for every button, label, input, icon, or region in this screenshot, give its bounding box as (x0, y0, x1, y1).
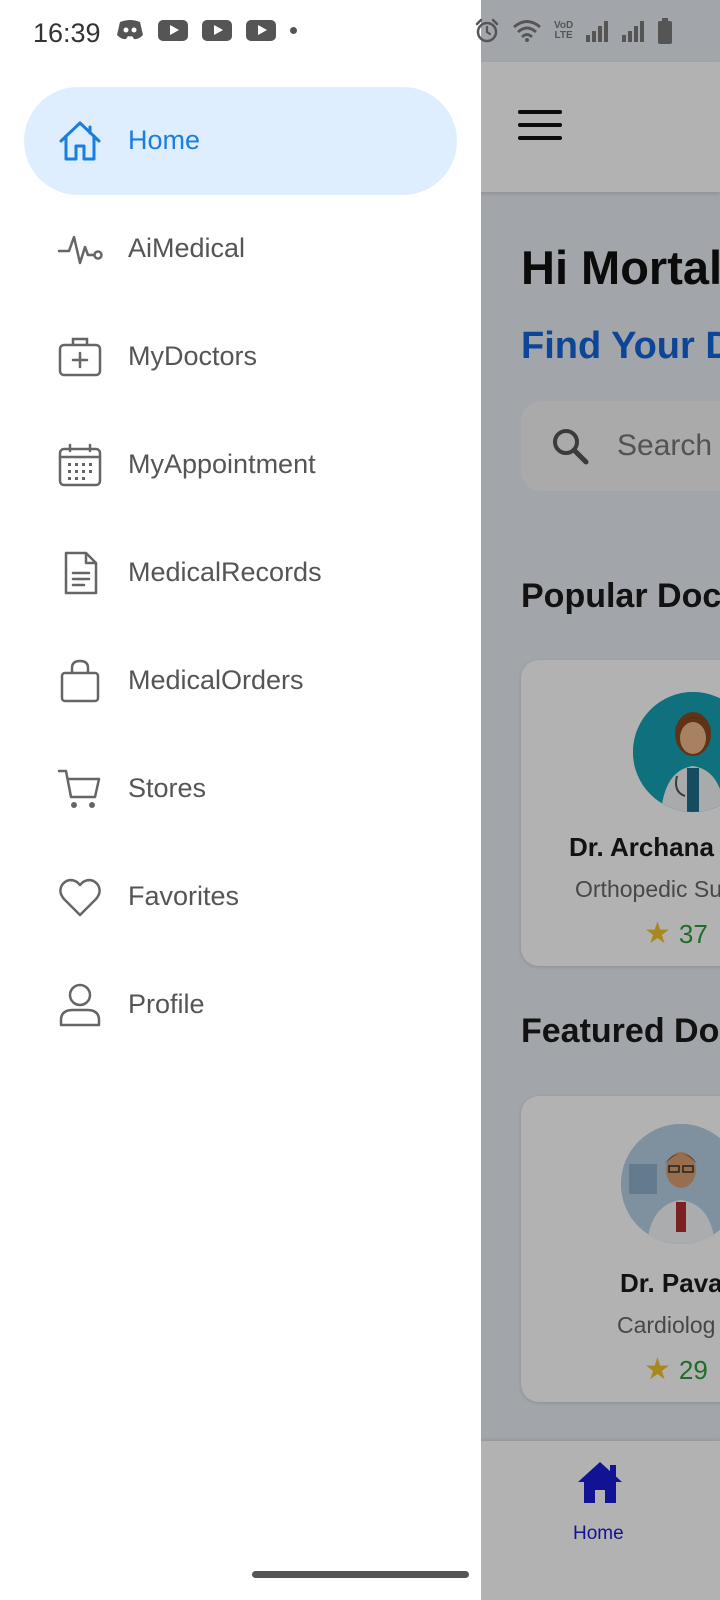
signal-icon (622, 21, 645, 42)
drawer-item-myappointment[interactable]: MyAppointment (0, 411, 481, 519)
drawer-item-label: Home (128, 125, 201, 155)
drawer-item-label: MedicalOrders (128, 665, 304, 695)
home-icon (59, 121, 101, 161)
drawer-item-favorites[interactable]: Favorites (0, 843, 481, 951)
drawer-item-label: MyDoctors (128, 341, 258, 371)
drawer-item-label: MedicalRecords (128, 557, 322, 587)
shopping-bag-icon (60, 659, 100, 703)
system-icons: VoD LTE (474, 18, 673, 44)
more-notifications-dot (290, 26, 297, 34)
drawer-menu: Home AiMedical MyDoctors MyAppointment M… (0, 87, 481, 1059)
drawer-item-aimedical[interactable]: AiMedical (0, 195, 481, 303)
status-bar: 16:39 VoD LTE (0, 0, 720, 62)
youtube-icon (202, 19, 232, 41)
drawer-item-home[interactable]: Home (0, 87, 481, 195)
heartbeat-icon (57, 235, 103, 265)
volte-icon: VoD LTE (554, 20, 574, 41)
drawer-item-medicalrecords[interactable]: MedicalRecords (0, 519, 481, 627)
status-time: 16:39 (33, 18, 101, 48)
heart-icon (59, 878, 101, 917)
drawer-item-medicalorders[interactable]: MedicalOrders (0, 627, 481, 735)
navigation-drawer: Home AiMedical MyDoctors MyAppointment M… (0, 0, 481, 1600)
drawer-item-label: Profile (128, 989, 205, 1019)
youtube-icon (158, 19, 188, 41)
battery-icon (658, 18, 673, 44)
youtube-icon (246, 19, 276, 41)
drawer-item-label: Favorites (128, 881, 240, 911)
document-icon (64, 551, 98, 595)
drawer-item-label: AiMedical (128, 233, 246, 263)
drawer-item-label: Stores (128, 773, 207, 803)
medical-kit-icon (58, 337, 102, 377)
drawer-item-stores[interactable]: Stores (0, 735, 481, 843)
signal-icon (586, 21, 609, 42)
gesture-home-indicator[interactable] (252, 1571, 469, 1578)
drawer-item-mydoctors[interactable]: MyDoctors (0, 303, 481, 411)
cart-icon (57, 769, 101, 808)
drawer-item-label: MyAppointment (128, 449, 316, 479)
user-icon (59, 983, 101, 1027)
alarm-icon (475, 18, 499, 43)
calendar-icon (58, 443, 102, 487)
notification-icons (116, 18, 297, 42)
discord-icon (117, 20, 143, 40)
drawer-item-profile[interactable]: Profile (0, 951, 481, 1059)
wifi-icon (513, 20, 541, 42)
